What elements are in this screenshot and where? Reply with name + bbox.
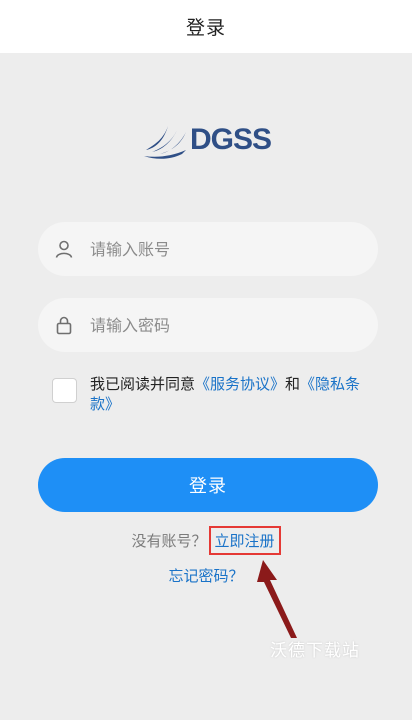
password-input[interactable]: [88, 314, 352, 336]
register-row: 没有账号？ 立即注册: [0, 526, 412, 555]
register-prompt: 没有账号？: [131, 532, 207, 550]
password-field[interactable]: [38, 298, 378, 352]
account-field[interactable]: [38, 222, 378, 276]
lock-icon: [56, 316, 72, 335]
agreement-text: 我已阅读并同意《服务协议》和《隐私条款》: [90, 374, 380, 414]
user-icon: [55, 240, 73, 258]
forgot-password-link[interactable]: 忘记密码？: [0, 565, 412, 586]
bird-logo-icon: [144, 126, 186, 159]
app-logo: DGSS: [142, 118, 282, 162]
agreement-prefix: 我已阅读并同意: [90, 375, 196, 393]
register-link[interactable]: 立即注册: [208, 526, 281, 555]
watermark: 沃德下载站: [270, 641, 360, 661]
top-bar: 登录: [0, 0, 412, 53]
brand-name: DGSS: [190, 123, 272, 156]
agreement-and: 和: [285, 375, 301, 393]
annotation-arrow-icon: [257, 560, 297, 638]
login-button[interactable]: 登录: [38, 458, 378, 512]
agreement-checkbox[interactable]: [52, 378, 77, 403]
page-title: 登录: [185, 17, 226, 39]
service-agreement-link[interactable]: 《服务协议》: [195, 375, 285, 393]
account-input[interactable]: [88, 238, 352, 260]
